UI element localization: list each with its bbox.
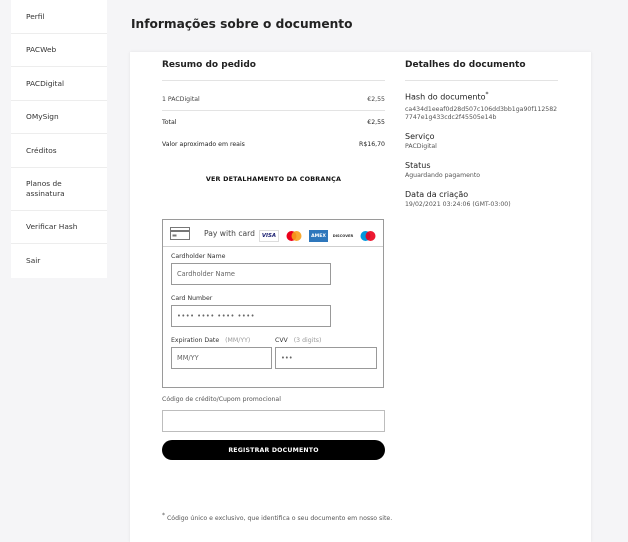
cvv-hint: (3 digits) [293, 337, 322, 344]
brl-label: Valor aproximado em reais [162, 141, 245, 148]
amex-text: AMEX [311, 233, 326, 239]
card-number-input[interactable]: •••• •••• •••• •••• [171, 305, 331, 327]
sidebar-item-perfil[interactable]: Perfil [11, 0, 107, 34]
sidebar-item-label: Perfil [26, 11, 45, 21]
maestro-icon [360, 231, 376, 241]
expiration-input[interactable]: MM/YY [171, 347, 272, 369]
expiration-placeholder: MM/YY [177, 354, 199, 362]
service-label: Serviço [405, 132, 435, 141]
footnote: * Código único e exclusivo, que identifi… [162, 512, 392, 522]
sidebar: Perfil PACWeb PACDigital OMySign Crédito… [11, 0, 107, 278]
expiration-label-text: Expiration Date [171, 337, 220, 344]
register-document-button[interactable]: REGISTRAR DOCUMENTO [162, 440, 385, 460]
order-summary-title: Resumo do pedido [162, 60, 256, 70]
created-label: Data da criação [405, 190, 469, 199]
service-value: PACDigital [405, 143, 437, 150]
discover-text: DISCOVER [332, 234, 354, 238]
sidebar-item-label: Créditos [26, 145, 57, 155]
sidebar-item-label: PACWeb [26, 45, 57, 54]
divider [162, 80, 385, 81]
cvv-input[interactable]: ••• [275, 347, 377, 369]
created-value: 19/02/2021 03:24:06 (GMT-03:00) [405, 201, 511, 208]
order-total-value: €2,55 [367, 119, 385, 126]
promo-code-input[interactable] [162, 410, 385, 432]
sidebar-item-pacdigital[interactable]: PACDigital [11, 67, 107, 101]
hash-label-text: Hash do documento [405, 92, 486, 102]
divider [162, 110, 385, 111]
expiration-label: Expiration Date (MM/YY) [171, 337, 250, 344]
sidebar-item-omysign[interactable]: OMySign [11, 101, 107, 134]
pay-with-card-label: Pay with card [204, 229, 255, 238]
hash-label: Hash do documento* [405, 91, 488, 102]
cvv-label-text: CVV [275, 337, 288, 344]
sidebar-item-label: Verificar Hash [26, 222, 78, 231]
order-total-label: Total [162, 119, 177, 126]
hash-value-line2: 7747e1g433cdc2f45505e14b [405, 114, 497, 121]
sidebar-item-label: OMySign [26, 112, 59, 121]
cvv-label: CVV (3 digits) [275, 337, 321, 344]
hash-marker: * [485, 91, 489, 98]
cardholder-placeholder: Cardholder Name [177, 270, 235, 278]
expiration-hint: (MM/YY) [225, 337, 251, 344]
order-item-price: €2,55 [367, 96, 385, 103]
brl-value: R$16,70 [359, 141, 385, 148]
payment-form: Pay with card VISA AMEX DISCOVER Cardhol… [162, 219, 384, 388]
document-details-title: Detalhes do documento [405, 60, 526, 70]
card-number-label: Card Number [171, 295, 213, 302]
cvv-placeholder: ••• [281, 354, 293, 362]
visa-icon: VISA [259, 230, 279, 242]
discover-icon: DISCOVER [332, 230, 354, 242]
billing-detail-link[interactable]: VER DETALHAMENTO DA COBRANÇA [162, 175, 385, 183]
visa-text: VISA [261, 233, 277, 239]
mastercard-icon [286, 231, 302, 241]
document-card: Resumo do pedido 1 PACDigital €2,55 Tota… [130, 52, 591, 542]
sidebar-item-sair[interactable]: Sair [11, 244, 107, 278]
hash-value-line1: ca434d1eeaf0d28d507c106dd3bb1ga90f112582 [405, 106, 558, 113]
card-number-placeholder: •••• •••• •••• •••• [177, 312, 256, 320]
footnote-marker: * [162, 512, 165, 519]
order-item-label: 1 PACDigital [162, 96, 200, 103]
footnote-text: Código único e exclusivo, que identifica… [166, 515, 393, 523]
status-label: Status [405, 161, 431, 170]
page-title: Informações sobre o documento [131, 17, 353, 31]
sidebar-item-label: Planos de assinatura [26, 179, 65, 198]
promo-label: Código de crédito/Cupom promocional [162, 396, 281, 403]
cardholder-input[interactable]: Cardholder Name [171, 263, 331, 285]
sidebar-item-verificar-hash[interactable]: Verificar Hash [11, 211, 107, 244]
status-value: Aguardando pagamento [405, 172, 481, 179]
divider [405, 80, 558, 81]
sidebar-item-label: PACDigital [26, 78, 65, 88]
sidebar-item-label: Sair [26, 256, 41, 265]
sidebar-item-creditos[interactable]: Créditos [11, 134, 107, 168]
payment-header: Pay with card VISA AMEX DISCOVER [163, 220, 383, 247]
sidebar-item-planos[interactable]: Planos de assinatura [11, 168, 107, 211]
cardholder-label: Cardholder Name [171, 253, 226, 260]
amex-icon: AMEX [309, 230, 328, 242]
credit-card-icon [170, 227, 190, 240]
sidebar-item-pacweb[interactable]: PACWeb [11, 34, 107, 67]
